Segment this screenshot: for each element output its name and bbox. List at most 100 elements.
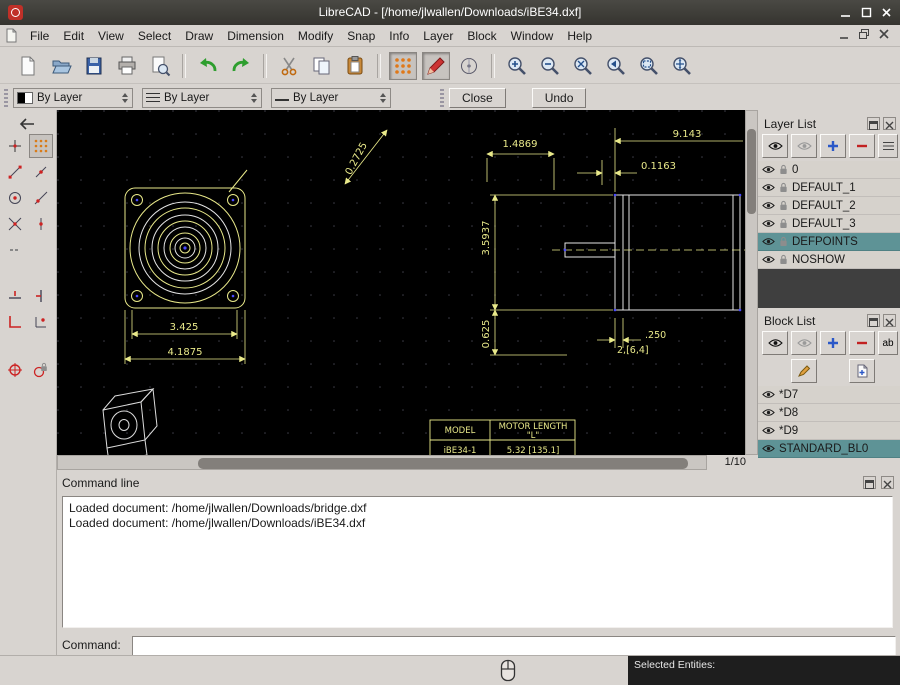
block-row-selected[interactable]: STANDARD_BL0: [758, 440, 900, 458]
snap-free-button[interactable]: [3, 134, 27, 158]
zoom-previous-button[interactable]: [602, 52, 630, 80]
command-input[interactable]: [132, 636, 896, 656]
layer-row[interactable]: 0: [758, 161, 900, 179]
layer-name: DEFAULT_2: [792, 200, 856, 212]
window-maximize-button[interactable]: [858, 4, 875, 21]
insert-block-button[interactable]: [849, 359, 875, 383]
menu-select[interactable]: Select: [131, 27, 178, 45]
menu-draw[interactable]: Draw: [178, 27, 220, 45]
zoom-window-button[interactable]: [635, 52, 663, 80]
layer-attributes-button[interactable]: [878, 134, 898, 158]
snap-grid-button[interactable]: [29, 134, 53, 158]
add-block-button[interactable]: [820, 331, 846, 355]
block-list: *D7 *D8 *D9 STANDARD_BL0: [758, 386, 900, 458]
block-row[interactable]: *D7: [758, 386, 900, 404]
show-all-blocks-button[interactable]: [762, 331, 788, 355]
menu-info[interactable]: Info: [382, 27, 416, 45]
print-preview-button[interactable]: [146, 52, 174, 80]
rename-block-button[interactable]: ab: [878, 331, 898, 355]
block-list-close-button[interactable]: [883, 314, 896, 327]
open-file-button[interactable]: [47, 52, 75, 80]
menu-file[interactable]: File: [23, 27, 56, 45]
save-file-button[interactable]: [80, 52, 108, 80]
copy-button[interactable]: [308, 52, 336, 80]
undo-button[interactable]: [194, 52, 222, 80]
mdi-close-button[interactable]: [875, 28, 892, 44]
menu-help[interactable]: Help: [560, 27, 599, 45]
zoom-out-button[interactable]: [536, 52, 564, 80]
edit-block-button[interactable]: [791, 359, 817, 383]
toolbar-handle[interactable]: [440, 89, 444, 107]
layer-row[interactable]: DEFAULT_3: [758, 215, 900, 233]
command-history[interactable]: Loaded document: /home/jlwallen/Download…: [62, 496, 893, 628]
cad-drawing[interactable]: 3.425 4.1875 0.2725 1.4869 9.143: [57, 110, 745, 455]
restrict-horizontal-button[interactable]: [3, 284, 27, 308]
show-all-layers-button[interactable]: [762, 134, 788, 158]
add-layer-button[interactable]: [820, 134, 846, 158]
restrict-orthogonal-button[interactable]: [3, 310, 27, 334]
vertical-scrollbar-thumb[interactable]: [747, 129, 756, 214]
block-row[interactable]: *D9: [758, 422, 900, 440]
snap-center-button[interactable]: [3, 186, 27, 210]
undo-action-button[interactable]: Undo: [532, 88, 587, 108]
lock-relative-zero-button[interactable]: [29, 358, 53, 382]
snap-distance-button[interactable]: [29, 186, 53, 210]
window-minimize-button[interactable]: [837, 4, 854, 21]
close-action-button[interactable]: Close: [449, 88, 506, 108]
horizontal-scrollbar-thumb[interactable]: [198, 458, 688, 469]
set-relative-zero-button[interactable]: [3, 358, 27, 382]
zoom-pan-button[interactable]: [668, 52, 696, 80]
horizontal-scrollbar[interactable]: [57, 455, 707, 470]
command-line-float-button[interactable]: [863, 476, 876, 489]
menu-snap[interactable]: Snap: [340, 27, 382, 45]
snap-endpoint-button[interactable]: [3, 160, 27, 184]
snap-intersection-button[interactable]: [3, 212, 27, 236]
hide-all-layers-button[interactable]: [791, 134, 817, 158]
menu-block[interactable]: Block: [460, 27, 503, 45]
layer-row[interactable]: NOSHOW: [758, 251, 900, 269]
draft-mode-toggle-button[interactable]: [422, 52, 450, 80]
command-line-close-button[interactable]: [881, 476, 894, 489]
paste-button[interactable]: [341, 52, 369, 80]
snap-on-entity-button[interactable]: [29, 160, 53, 184]
layer-row-selected[interactable]: DEFPOINTS: [758, 233, 900, 251]
menu-edit[interactable]: Edit: [56, 27, 91, 45]
pen-width-combo[interactable]: By Layer: [142, 88, 262, 108]
pen-linetype-combo[interactable]: By Layer: [271, 88, 391, 108]
remove-layer-button[interactable]: [849, 134, 875, 158]
snap-grid-toggle-button[interactable]: [389, 52, 417, 80]
new-document-button[interactable]: [14, 52, 42, 80]
restrict-nothing-button[interactable]: [3, 238, 27, 262]
mdi-restore-button[interactable]: [855, 28, 872, 44]
restrict-vertical-button[interactable]: [29, 284, 53, 308]
remove-block-button[interactable]: [849, 331, 875, 355]
print-button[interactable]: [113, 52, 141, 80]
menu-dimension[interactable]: Dimension: [220, 27, 291, 45]
menu-view[interactable]: View: [91, 27, 131, 45]
mdi-minimize-button[interactable]: [835, 28, 852, 44]
back-button[interactable]: [15, 112, 39, 136]
menu-layer[interactable]: Layer: [416, 27, 460, 45]
hide-all-blocks-button[interactable]: [791, 331, 817, 355]
block-list-float-button[interactable]: [867, 314, 880, 327]
toolbar-handle[interactable]: [4, 89, 8, 107]
drawing-area[interactable]: 3.425 4.1875 0.2725 1.4869 9.143: [57, 110, 745, 455]
pen-color-combo[interactable]: By Layer: [13, 88, 133, 108]
isometric-grid-button[interactable]: [455, 52, 483, 80]
layer-list-float-button[interactable]: [867, 117, 880, 130]
layer-list-close-button[interactable]: [883, 117, 896, 130]
snap-coordinate-button[interactable]: [29, 310, 53, 334]
menu-window[interactable]: Window: [504, 27, 561, 45]
zoom-in-button[interactable]: [503, 52, 531, 80]
window-close-button[interactable]: [878, 4, 895, 21]
layer-row[interactable]: DEFAULT_2: [758, 197, 900, 215]
block-row[interactable]: *D8: [758, 404, 900, 422]
vertical-scrollbar[interactable]: [745, 110, 758, 455]
zoom-auto-button[interactable]: [569, 52, 597, 80]
menu-modify[interactable]: Modify: [291, 27, 340, 45]
redo-button[interactable]: [227, 52, 255, 80]
snap-middle-button[interactable]: [29, 212, 53, 236]
table-cell-length: 5.32 [135.1]: [507, 446, 560, 455]
cut-button[interactable]: [275, 52, 303, 80]
layer-row[interactable]: DEFAULT_1: [758, 179, 900, 197]
